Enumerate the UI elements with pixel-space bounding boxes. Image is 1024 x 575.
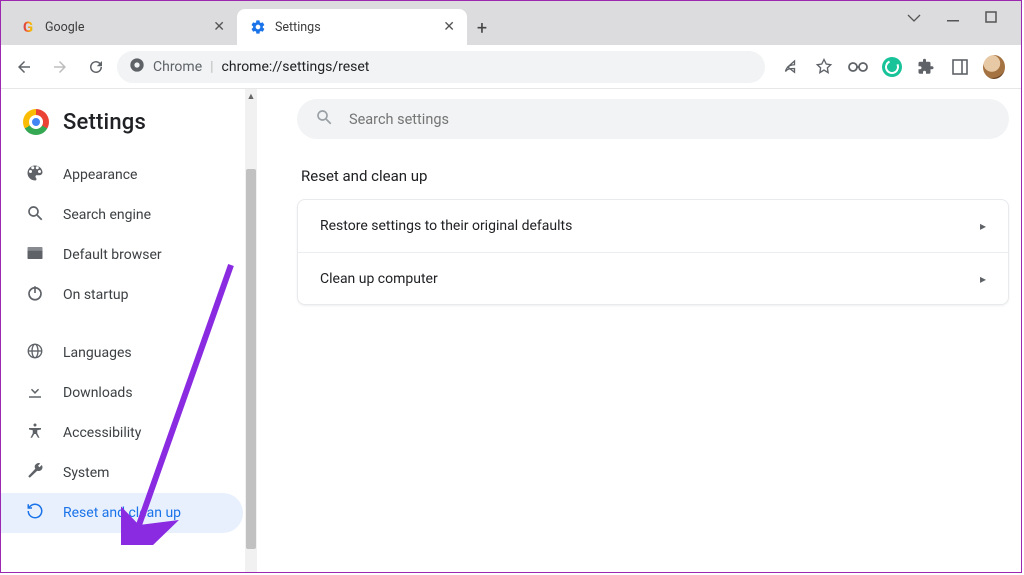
nav-label: System	[63, 465, 109, 481]
extensions-puzzle-icon[interactable]	[915, 56, 937, 78]
bookmark-star-icon[interactable]	[813, 56, 835, 78]
wrench-icon	[25, 462, 45, 484]
gear-favicon-icon	[249, 18, 267, 36]
row-clean-up-computer[interactable]: Clean up computer ▸	[298, 252, 1008, 304]
search-icon	[25, 204, 45, 226]
download-icon	[25, 382, 45, 404]
window-minimize-icon[interactable]	[947, 8, 959, 27]
row-label: Restore settings to their original defau…	[320, 218, 572, 234]
nav-label: On startup	[63, 287, 129, 303]
nav-downloads[interactable]: Downloads	[1, 373, 243, 413]
nav-system[interactable]: System	[1, 453, 243, 493]
nav-accessibility[interactable]: Accessibility	[1, 413, 243, 453]
nav-label: Reset and clean up	[63, 505, 181, 521]
reset-cleanup-card: Restore settings to their original defau…	[297, 199, 1009, 305]
sidebar-scrollbar[interactable]: ▲	[245, 89, 257, 572]
tab-close-icon[interactable]: ✕	[213, 19, 225, 35]
nav-label: Appearance	[63, 167, 137, 183]
back-button[interactable]	[9, 52, 39, 82]
row-restore-defaults[interactable]: Restore settings to their original defau…	[298, 200, 1008, 252]
reset-icon	[25, 502, 45, 524]
section-title: Reset and clean up	[301, 167, 1009, 185]
browser-icon	[25, 244, 45, 266]
tab-close-icon[interactable]: ✕	[443, 19, 455, 35]
google-favicon-icon: G	[19, 18, 37, 36]
accessibility-icon	[25, 422, 45, 444]
tab-google[interactable]: G Google ✕	[7, 9, 237, 45]
search-settings-input[interactable]	[349, 111, 991, 128]
settings-sidebar: Settings Appearance Search engine Defaul…	[1, 89, 257, 572]
sidebar-header: Settings	[1, 97, 257, 155]
share-icon[interactable]	[779, 56, 801, 78]
profile-avatar[interactable]	[983, 56, 1005, 78]
forward-button[interactable]	[45, 52, 75, 82]
link-icon[interactable]	[847, 56, 869, 78]
address-bar[interactable]: Chrome | chrome://settings/reset	[117, 51, 765, 83]
row-label: Clean up computer	[320, 271, 438, 287]
window-controls	[907, 1, 1021, 33]
nav-list: Appearance Search engine Default browser…	[1, 155, 257, 533]
nav-default-browser[interactable]: Default browser	[1, 235, 243, 275]
window-maximize-icon[interactable]	[985, 8, 997, 27]
chrome-page-icon	[129, 57, 145, 77]
palette-icon	[25, 164, 45, 186]
nav-label: Default browser	[63, 247, 162, 263]
power-icon	[25, 284, 45, 306]
nav-appearance[interactable]: Appearance	[1, 155, 243, 195]
url-path: chrome://settings/reset	[222, 59, 370, 75]
side-panel-icon[interactable]	[949, 56, 971, 78]
nav-search-engine[interactable]: Search engine	[1, 195, 243, 235]
tab-title: Google	[45, 20, 205, 35]
nav-label: Accessibility	[63, 425, 141, 441]
nav-reset-cleanup[interactable]: Reset and clean up	[1, 493, 243, 533]
nav-on-startup[interactable]: On startup	[1, 275, 243, 315]
window-dropdown-icon[interactable]	[907, 8, 921, 27]
grammarly-extension-icon[interactable]	[881, 56, 903, 78]
browser-toolbar: Chrome | chrome://settings/reset	[1, 45, 1021, 89]
nav-label: Languages	[63, 345, 132, 361]
nav-label: Search engine	[63, 207, 151, 223]
tab-settings[interactable]: Settings ✕	[237, 9, 467, 45]
settings-main: Reset and clean up Restore settings to t…	[257, 89, 1021, 572]
reload-button[interactable]	[81, 52, 111, 82]
scroll-up-arrow-icon[interactable]: ▲	[245, 89, 257, 103]
chrome-logo-icon	[23, 109, 49, 135]
url-host: Chrome	[153, 59, 202, 75]
toolbar-right-icons	[771, 56, 1013, 78]
chevron-right-icon: ▸	[980, 272, 986, 286]
nav-languages[interactable]: Languages	[1, 333, 243, 373]
scroll-thumb[interactable]	[246, 169, 256, 549]
chevron-right-icon: ▸	[980, 219, 986, 233]
search-icon	[315, 108, 333, 130]
nav-label: Downloads	[63, 385, 133, 401]
settings-title: Settings	[63, 110, 146, 135]
new-tab-button[interactable]: +	[467, 18, 497, 45]
settings-content: Settings Appearance Search engine Defaul…	[1, 89, 1021, 572]
globe-icon	[25, 342, 45, 364]
tab-title: Settings	[275, 20, 435, 35]
search-settings-field[interactable]	[297, 99, 1009, 139]
tab-strip: G Google ✕ Settings ✕ +	[1, 1, 1021, 45]
